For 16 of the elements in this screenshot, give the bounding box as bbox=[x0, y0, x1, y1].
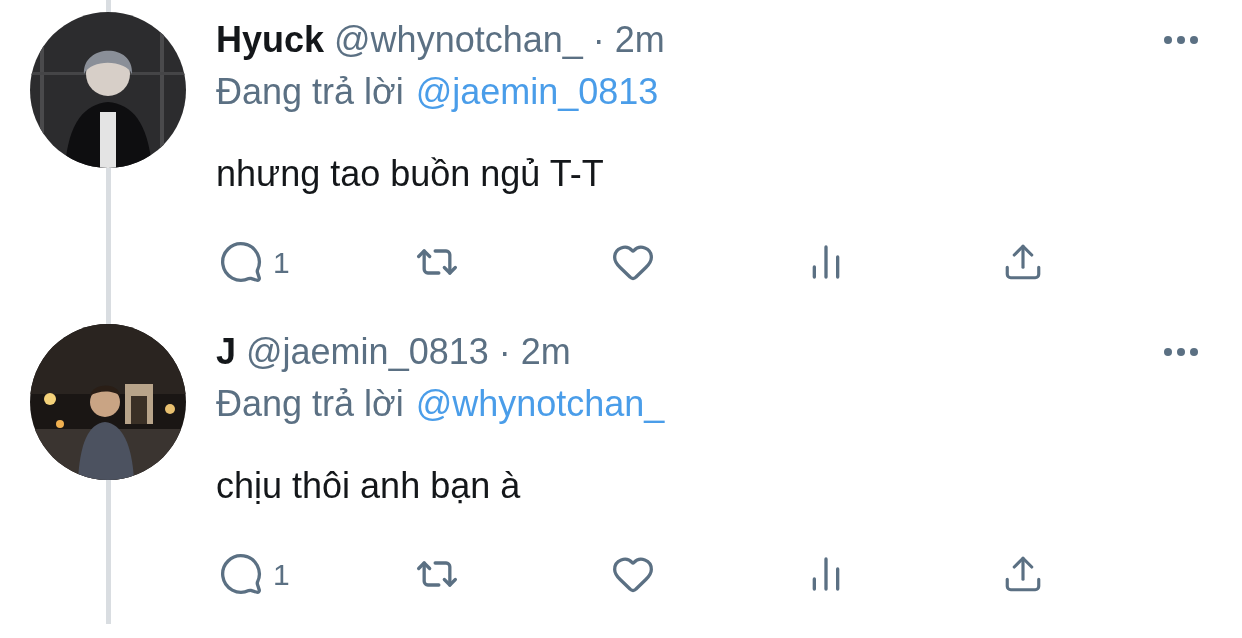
tweet-text: nhưng tao buồn ngủ T-T bbox=[216, 152, 605, 196]
timestamp[interactable]: 2m bbox=[614, 13, 665, 67]
mention-link[interactable]: @whynotchan_ bbox=[415, 377, 665, 431]
reply-button[interactable]: 1 bbox=[219, 551, 290, 597]
display-name[interactable]: Hyuck bbox=[216, 13, 325, 67]
timestamp[interactable]: 2m bbox=[520, 325, 571, 379]
tweet-text: chịu thôi anh bạn à bbox=[216, 464, 522, 508]
separator-dot: · bbox=[592, 18, 605, 62]
user-handle[interactable]: @jaemin_0813 bbox=[246, 325, 489, 379]
mention-link[interactable]: @jaemin_0813 bbox=[415, 65, 659, 119]
replying-label: Đang trả lời bbox=[216, 70, 404, 114]
reply-button[interactable]: 1 bbox=[219, 239, 290, 285]
replying-label: Đang trả lời bbox=[216, 382, 404, 426]
separator-dot: · bbox=[498, 330, 511, 374]
user-handle[interactable]: @whynotchan_ bbox=[334, 13, 583, 67]
display-name[interactable]: J bbox=[216, 325, 237, 379]
